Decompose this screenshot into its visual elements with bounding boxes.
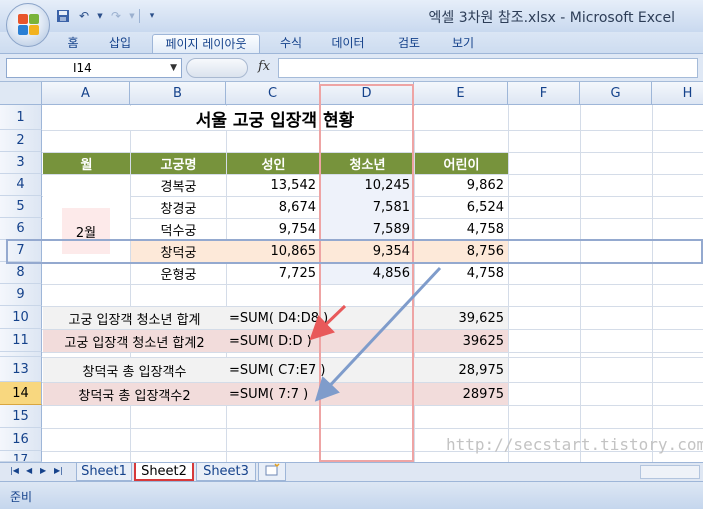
office-button[interactable]	[6, 3, 50, 47]
child-value-cell[interactable]: 4,758	[415, 263, 508, 284]
row-7-outline	[6, 239, 703, 264]
name-box[interactable]: I14 ▼	[6, 58, 182, 78]
window-title: 엑셀 3차원 참조.xlsx - Microsoft Excel	[428, 10, 676, 26]
header-month[interactable]: 월	[43, 153, 130, 174]
child-value-cell[interactable]: 9,862	[415, 175, 508, 196]
column-header-b[interactable]: B	[130, 82, 226, 105]
column-header-a[interactable]: A	[42, 82, 130, 105]
row-header-4[interactable]: 4	[0, 174, 42, 196]
row-header-8[interactable]: 8	[0, 262, 42, 284]
row-header-17[interactable]: 17	[0, 451, 42, 462]
row-header-13[interactable]: 13	[0, 357, 42, 382]
row-header-5[interactable]: 5	[0, 196, 42, 218]
tab-insert[interactable]: 삽입	[103, 34, 137, 53]
column-header-c[interactable]: C	[226, 82, 320, 105]
row-header-14[interactable]: 14	[0, 382, 42, 405]
formula-input[interactable]	[278, 58, 698, 78]
undo-icon[interactable]: ↶	[75, 7, 93, 25]
tab-formulas[interactable]: 수식	[274, 34, 308, 53]
row-header-15[interactable]: 15	[0, 405, 42, 428]
child-value-cell[interactable]: 6,524	[415, 197, 508, 218]
ribbon-tab-row: 홈 삽입 페이지 레이아웃 수식 데이터 검토 보기	[0, 32, 703, 54]
customize-toolbar-icon[interactable]: ▾	[143, 7, 161, 25]
tab-data[interactable]: 데이터	[326, 34, 370, 53]
save-icon[interactable]	[54, 7, 72, 25]
summary-value[interactable]: 28,975	[415, 358, 508, 382]
name-box-value: I14	[73, 61, 92, 75]
palace-name-cell[interactable]: 창경궁	[131, 197, 226, 218]
palace-name-cell[interactable]: 경복궁	[131, 175, 226, 196]
palace-name-cell[interactable]: 덕수궁	[131, 219, 226, 240]
column-header-e[interactable]: E	[414, 82, 508, 105]
horizontal-scrollbar[interactable]	[640, 465, 700, 479]
adult-value-cell[interactable]: 8,674	[227, 197, 320, 218]
quick-access-toolbar: ↶ ▼ ↷ ▼ ▾	[54, 6, 161, 26]
palace-name-cell[interactable]: 운형궁	[131, 263, 226, 284]
row-header-10[interactable]: 10	[0, 306, 42, 329]
status-text: 준비	[10, 490, 33, 504]
adult-value-cell[interactable]: 13,542	[227, 175, 320, 196]
summary-value[interactable]: 39625	[415, 330, 508, 352]
insert-sheet-icon[interactable]	[258, 463, 286, 481]
adult-value-cell[interactable]: 7,725	[227, 263, 320, 284]
column-header-f[interactable]: F	[508, 82, 580, 105]
next-sheet-icon[interactable]: ▶	[40, 466, 46, 475]
row-header-11[interactable]: 11	[0, 329, 42, 352]
chevron-down-icon[interactable]: ▼	[128, 7, 136, 25]
row-header-2[interactable]: 2	[0, 130, 42, 152]
summary-label[interactable]: 고궁 입장객 청소년 합계	[43, 307, 226, 329]
status-bar: 준비	[0, 481, 703, 509]
insert-function-icon[interactable]: fx	[258, 59, 270, 74]
tab-view[interactable]: 보기	[446, 34, 480, 53]
tab-home[interactable]: 홈	[60, 34, 86, 53]
summary-label[interactable]: 고궁 입장객 청소년 합계2	[43, 330, 226, 352]
sheet-tab-sheet1[interactable]: Sheet1	[76, 463, 132, 481]
column-d-outline	[319, 84, 414, 462]
row-header-6[interactable]: 6	[0, 218, 42, 240]
select-all-corner[interactable]	[0, 82, 42, 105]
summary-value[interactable]: 28975	[415, 383, 508, 405]
sheet-tab-bar: |◀ ◀ ▶ ▶| Sheet1 Sheet2 Sheet3	[0, 462, 703, 481]
child-value-cell[interactable]: 4,758	[415, 219, 508, 240]
header-child[interactable]: 어린이	[415, 153, 508, 174]
adult-value-cell[interactable]: 9,754	[227, 219, 320, 240]
formula-tools: fx	[186, 58, 276, 78]
row-header-9[interactable]: 9	[0, 284, 42, 306]
summary-label[interactable]: 창덕국 총 입장객수2	[43, 383, 226, 405]
sheet-title[interactable]: 서울 고궁 입장객 현황	[43, 106, 507, 130]
summary-label[interactable]: 창덕국 총 입장객수	[43, 358, 226, 382]
redo-icon[interactable]: ↷	[107, 7, 125, 25]
first-sheet-icon[interactable]: |◀	[10, 466, 19, 475]
chevron-down-icon[interactable]: ▼	[96, 7, 104, 25]
header-adult[interactable]: 성인	[227, 153, 320, 174]
office-logo-icon	[18, 14, 40, 36]
formula-bar: I14 ▼ fx	[0, 54, 703, 82]
last-sheet-icon[interactable]: ▶|	[54, 466, 63, 475]
toolbar-divider	[139, 9, 140, 23]
sheet-tab-sheet2[interactable]: Sheet2	[134, 463, 194, 481]
spreadsheet-grid: A B C D E F G H 1 2 3 4 5 6 7 8 9 10 11 …	[0, 82, 703, 462]
tab-review[interactable]: 검토	[392, 34, 426, 53]
sheet-tab-sheet3[interactable]: Sheet3	[196, 463, 256, 481]
column-header-h[interactable]: H	[652, 82, 703, 105]
column-header-g[interactable]: G	[580, 82, 652, 105]
row-header-1[interactable]: 1	[0, 105, 42, 130]
row-header-16[interactable]: 16	[0, 428, 42, 451]
title-bar: ↶ ▼ ↷ ▼ ▾ 엑셀 3차원 참조.xlsx - Microsoft Exc…	[0, 0, 703, 32]
tab-page-layout[interactable]: 페이지 레이아웃	[152, 34, 260, 53]
chevron-down-icon[interactable]: ▼	[170, 59, 177, 77]
summary-value[interactable]: 39,625	[415, 307, 508, 329]
previous-sheet-icon[interactable]: ◀	[26, 466, 32, 475]
header-palace[interactable]: 고궁명	[131, 153, 226, 174]
formula-bar-handle[interactable]	[186, 58, 248, 78]
row-header-3[interactable]: 3	[0, 152, 42, 174]
watermark-text: http://secstart.tistory.com	[446, 435, 703, 454]
